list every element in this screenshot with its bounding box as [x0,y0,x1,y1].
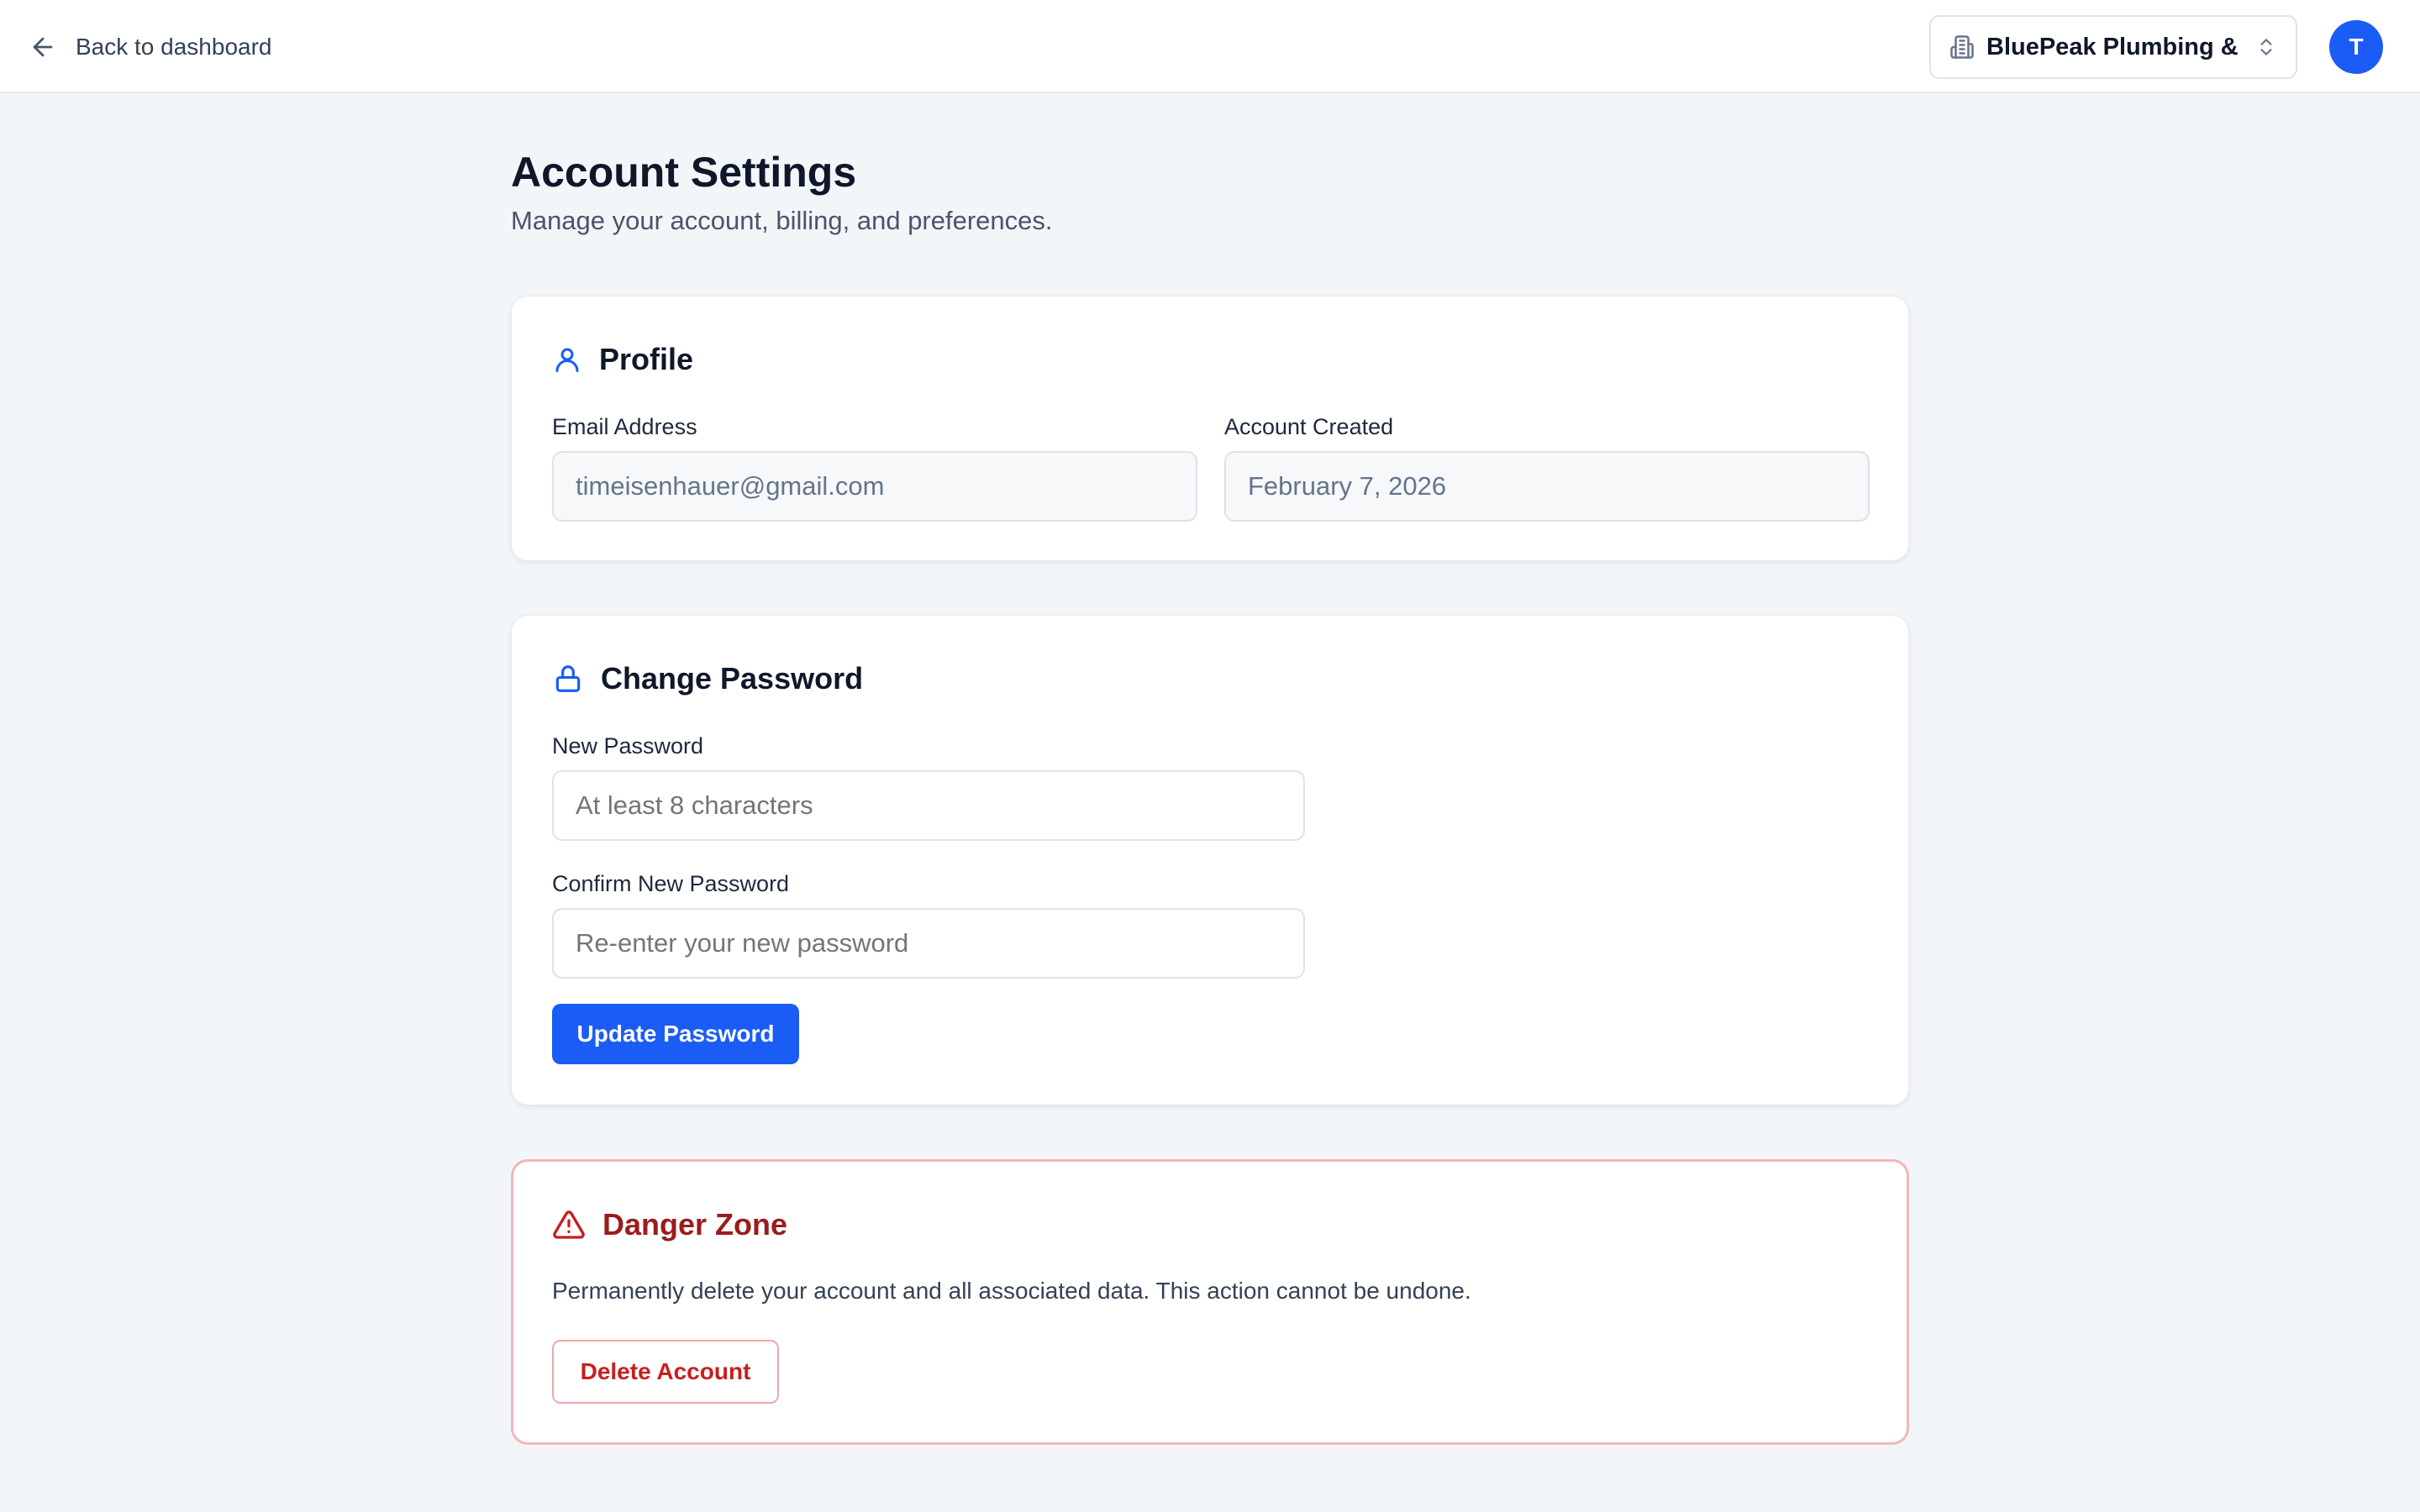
page-subtitle: Manage your account, billing, and prefer… [511,206,1053,235]
confirm-password-label: Confirm New Password [552,871,790,896]
profile-title: Profile [599,342,694,376]
chevron-up-down-icon [2260,39,2272,55]
organization-name: BluePeak Plumbing & ... [1986,33,2244,60]
danger-zone-title: Danger Zone [602,1207,788,1242]
user-icon [555,348,579,372]
new-password-input[interactable] [552,770,1305,841]
email-field[interactable]: timeisenhauer@gmail.com [552,451,1197,522]
danger-zone-description: Permanently delete your account and all … [552,1278,1471,1304]
danger-zone-header: Danger Zone [552,1207,787,1242]
warning-triangle-icon [553,1210,585,1239]
back-to-dashboard-link[interactable]: Back to dashboard [29,30,272,64]
change-password-card: Change Password New Password Confirm New… [511,615,1909,1105]
profile-card-header: Profile [552,342,693,377]
new-password-label: New Password [552,733,704,759]
delete-account-button[interactable]: Delete Account [552,1340,779,1404]
back-link-label: Back to dashboard [76,34,272,60]
account-created-label: Account Created [1224,414,1394,439]
confirm-password-input[interactable] [552,908,1305,979]
password-card-header: Change Password [552,661,863,696]
building-icon [1950,35,1974,59]
page-title: Account Settings [511,149,857,196]
arrow-left-icon [33,37,53,57]
top-bar: Back to dashboard BluePeak Plumbing & ..… [0,0,2420,93]
user-avatar[interactable]: T [2329,20,2383,74]
email-label: Email Address [552,414,697,439]
lock-icon [555,665,581,692]
profile-card: Profile Email Address timeisenhauer@gmai… [511,296,1909,561]
account-created-field[interactable]: February 7, 2026 [1224,451,1870,522]
change-password-title: Change Password [601,661,864,696]
danger-zone-card: Danger Zone Permanently delete your acco… [511,1159,1909,1445]
update-password-button[interactable]: Update Password [552,1004,799,1064]
organization-switcher[interactable]: BluePeak Plumbing & ... [1929,15,2297,79]
